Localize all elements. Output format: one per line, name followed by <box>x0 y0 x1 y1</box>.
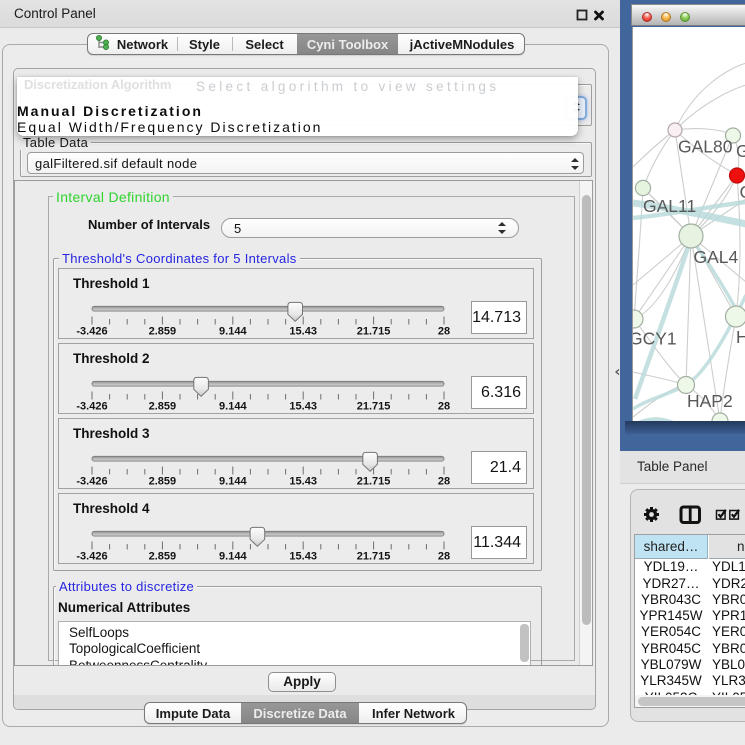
svg-text:15.43: 15.43 <box>289 401 317 413</box>
svg-text:GAL11: GAL11 <box>643 196 696 216</box>
svg-text:21.715: 21.715 <box>357 551 391 563</box>
svg-text:2.859: 2.859 <box>149 326 177 338</box>
svg-text:9.144: 9.144 <box>219 476 247 488</box>
svg-text:2.859: 2.859 <box>149 476 177 488</box>
svg-text:21.715: 21.715 <box>357 326 391 338</box>
svg-text:15.43: 15.43 <box>289 476 317 488</box>
svg-text:GAL80: GAL80 <box>678 137 733 157</box>
svg-text:2.859: 2.859 <box>149 401 177 413</box>
svg-text:28: 28 <box>438 326 450 338</box>
svg-text:-3.426: -3.426 <box>76 551 107 563</box>
svg-text:HIS: HIS <box>736 327 745 347</box>
svg-text:28: 28 <box>438 401 450 413</box>
svg-text:-3.426: -3.426 <box>76 326 107 338</box>
svg-text:15.43: 15.43 <box>289 551 317 563</box>
svg-text:HAP2: HAP2 <box>687 391 733 411</box>
svg-text:15.43: 15.43 <box>289 326 317 338</box>
svg-text:28: 28 <box>438 476 450 488</box>
svg-text:9.144: 9.144 <box>219 401 247 413</box>
svg-text:GCY1: GCY1 <box>633 329 677 349</box>
svg-text:2.859: 2.859 <box>149 551 177 563</box>
svg-text:21.715: 21.715 <box>357 401 391 413</box>
svg-text:21.715: 21.715 <box>357 476 391 488</box>
svg-text:GAL4: GAL4 <box>694 247 739 267</box>
svg-text:9.144: 9.144 <box>219 326 247 338</box>
svg-text:-3.426: -3.426 <box>76 476 107 488</box>
svg-text:CC: CC <box>740 182 745 202</box>
svg-text:9.144: 9.144 <box>219 551 247 563</box>
svg-text:28: 28 <box>438 551 450 563</box>
svg-text:-3.426: -3.426 <box>76 401 107 413</box>
svg-text:GAL4: GAL4 <box>736 141 745 161</box>
